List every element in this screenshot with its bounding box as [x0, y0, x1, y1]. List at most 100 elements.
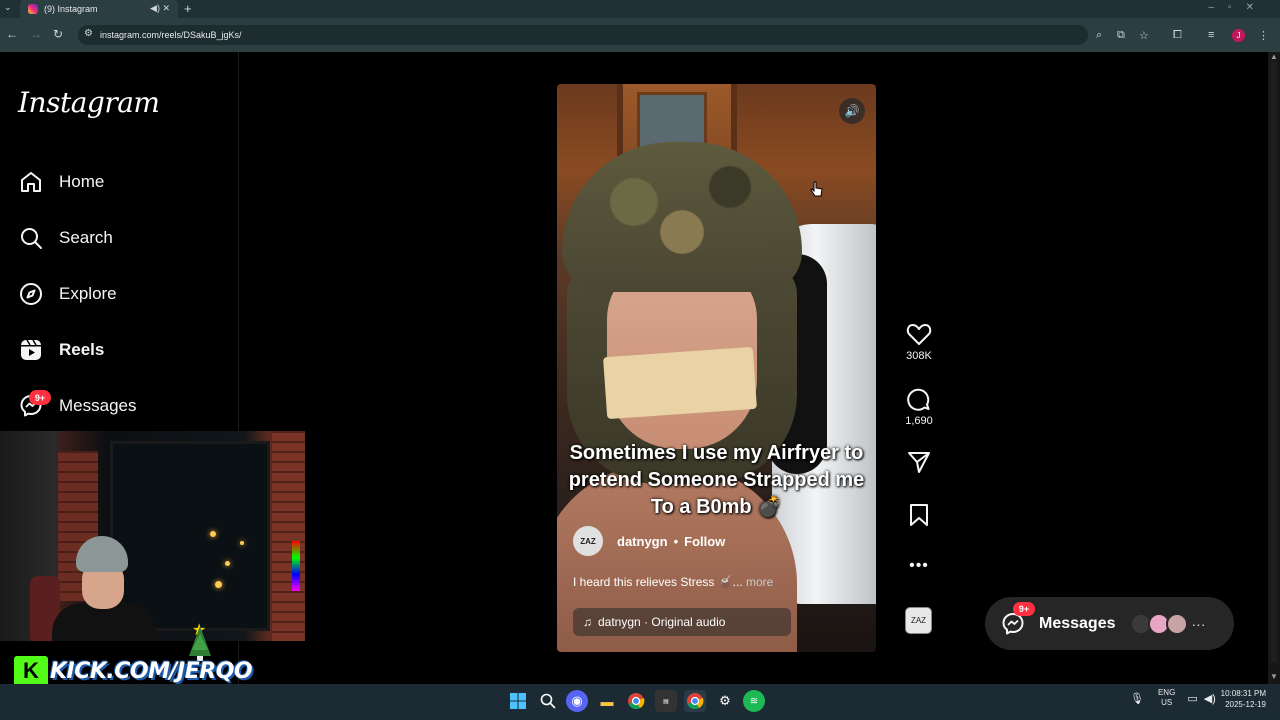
- window-light: [225, 561, 230, 566]
- comment-count: 1,690: [905, 415, 933, 427]
- tab-title: (9) Instagram: [44, 4, 98, 14]
- forward-icon[interactable]: →: [30, 27, 42, 41]
- music-note-icon: ♫: [583, 615, 592, 629]
- scroll-up-icon[interactable]: ▲: [1270, 52, 1278, 61]
- reel-video[interactable]: 🔊 Sometimes I use my Airfryer to pretend…: [557, 84, 876, 652]
- kick-channel-text: KICK.COM/JERQO: [50, 658, 253, 684]
- share-icon: [908, 452, 930, 473]
- audio-link[interactable]: ♫ datnygn · Original audio: [573, 608, 791, 636]
- heart-icon: [906, 324, 932, 345]
- instagram-logo[interactable]: Instagram: [18, 86, 160, 119]
- kick-banner: K KICK.COM/JERQO: [14, 656, 253, 686]
- spotify-icon[interactable]: ≋: [743, 690, 765, 712]
- webcam-overlay: [0, 431, 305, 641]
- clock-time: 10:08:31 PM: [1220, 689, 1266, 698]
- messages-pill[interactable]: 9+ Messages ···: [985, 597, 1234, 650]
- sidebar-item-label: Search: [59, 228, 113, 247]
- language-indicator[interactable]: ENG US: [1158, 688, 1175, 708]
- page-scrollbar[interactable]: ▲ ▼: [1268, 52, 1280, 684]
- chrome-icon[interactable]: [625, 690, 647, 712]
- audio-label: datnygn · Original audio: [598, 615, 726, 629]
- new-tab-button[interactable]: +: [184, 1, 192, 16]
- windows-start-icon[interactable]: [507, 690, 529, 712]
- media-control-icon[interactable]: ≡: [1208, 29, 1214, 41]
- reel-description: I heard this relieves Stress 🧉... more: [573, 575, 773, 589]
- sidebar-item-explore[interactable]: Explore: [18, 279, 117, 309]
- file-explorer-icon[interactable]: ▬: [596, 690, 618, 712]
- reload-icon[interactable]: ↻: [53, 27, 63, 41]
- sidebar-item-search[interactable]: Search: [18, 223, 113, 253]
- audio-thumbnail[interactable]: ZAZ: [905, 607, 932, 634]
- more-options-icon[interactable]: •••: [900, 557, 938, 575]
- author-avatar[interactable]: ZAZ: [573, 526, 603, 556]
- url-field[interactable]: ⚙ instagram.com/reels/DSakuB_jgKs/: [78, 25, 1088, 45]
- sidebar-item-label: Reels: [59, 340, 105, 359]
- browser-tab[interactable]: (9) Instagram ◀) ✕: [20, 0, 178, 18]
- comment-action[interactable]: 1,690: [900, 387, 938, 427]
- reel-caption: Sometimes I use my Airfryer to pretend S…: [568, 442, 865, 518]
- camo-hat: [562, 142, 802, 292]
- compass-icon: [18, 281, 44, 307]
- tab-controls[interactable]: ◀) ✕: [150, 3, 170, 14]
- more-link[interactable]: more: [746, 575, 773, 589]
- system-tray: 🎙 ENG US ▭ ◀): [1130, 688, 1216, 708]
- separator-dot: •: [673, 533, 679, 549]
- zoom-icon[interactable]: ⌕: [1096, 29, 1102, 42]
- like-action[interactable]: 308K: [900, 322, 938, 362]
- site-info-icon[interactable]: ⚙: [84, 28, 93, 39]
- sidebar-item-home[interactable]: Home: [18, 167, 104, 197]
- author-username[interactable]: datnygn: [617, 534, 668, 549]
- bookmark-icon: [910, 504, 928, 526]
- night-window: [110, 441, 270, 631]
- url-text: instagram.com/reels/DSakuB_jgKs/: [100, 30, 242, 40]
- settings-icon[interactable]: ⚙: [714, 690, 736, 712]
- window-light: [210, 531, 216, 537]
- messenger-icon: 9+: [1001, 601, 1035, 636]
- sound-toggle-icon[interactable]: 🔊: [839, 98, 865, 124]
- profile-avatar[interactable]: J: [1232, 29, 1245, 42]
- reels-icon: [18, 337, 44, 363]
- sidebar-item-label: Messages: [59, 396, 137, 415]
- follow-button[interactable]: Follow: [684, 534, 725, 549]
- instagram-favicon-icon: [28, 4, 38, 14]
- mouth-tape: [603, 346, 757, 420]
- network-icon[interactable]: ▭: [1187, 692, 1197, 705]
- kick-logo-icon: K: [14, 656, 48, 686]
- mouse-cursor-icon: [810, 181, 823, 197]
- window-controls[interactable]: –▫✕: [1209, 2, 1269, 13]
- rgb-light-strip: [292, 541, 300, 591]
- scrollbar-thumb[interactable]: [1271, 62, 1277, 662]
- description-text: I heard this relieves Stress 🧉...: [573, 575, 743, 589]
- discord-icon[interactable]: ◉: [566, 690, 588, 712]
- sidebar-item-reels[interactable]: Reels: [18, 335, 104, 365]
- brick-wall-right: [272, 431, 305, 641]
- messages-badge: 9+: [29, 390, 51, 405]
- taskbar-clock[interactable]: 10:08:31 PM 2025-12-19: [1218, 688, 1266, 710]
- menu-kebab-icon[interactable]: ⋮: [1258, 29, 1269, 42]
- clock-date: 2025-12-19: [1225, 700, 1266, 709]
- tab-search-icon[interactable]: ⌄: [4, 2, 12, 13]
- recent-chat-avatars: [1129, 612, 1188, 635]
- chrome-active-icon[interactable]: [684, 690, 706, 712]
- stream-app-icon[interactable]: ▤: [655, 690, 677, 712]
- microphone-icon[interactable]: 🎙: [1130, 692, 1144, 705]
- chat-avatar: [1165, 612, 1188, 635]
- scroll-down-icon[interactable]: ▼: [1270, 672, 1278, 681]
- bookmark-star-icon[interactable]: ☆: [1139, 29, 1149, 42]
- install-app-icon[interactable]: ⧉: [1117, 29, 1125, 42]
- search-icon: [18, 225, 44, 251]
- extensions-icon[interactable]: ⧠: [1173, 29, 1182, 42]
- sidebar-item-label: Explore: [59, 284, 117, 303]
- reel-author: ZAZ datnygn • Follow: [573, 526, 725, 556]
- taskbar-search-icon[interactable]: [537, 690, 559, 712]
- volume-icon[interactable]: ◀): [1204, 692, 1216, 705]
- share-action[interactable]: [900, 450, 938, 474]
- language-code: ENG: [1157, 688, 1176, 697]
- like-count: 308K: [906, 350, 932, 362]
- save-action[interactable]: [900, 503, 938, 527]
- back-icon[interactable]: ←: [6, 27, 18, 41]
- more-chats-icon: ···: [1191, 615, 1206, 632]
- home-icon: [18, 169, 44, 195]
- window-light: [215, 581, 222, 588]
- messages-pill-badge: 9+: [1013, 601, 1035, 616]
